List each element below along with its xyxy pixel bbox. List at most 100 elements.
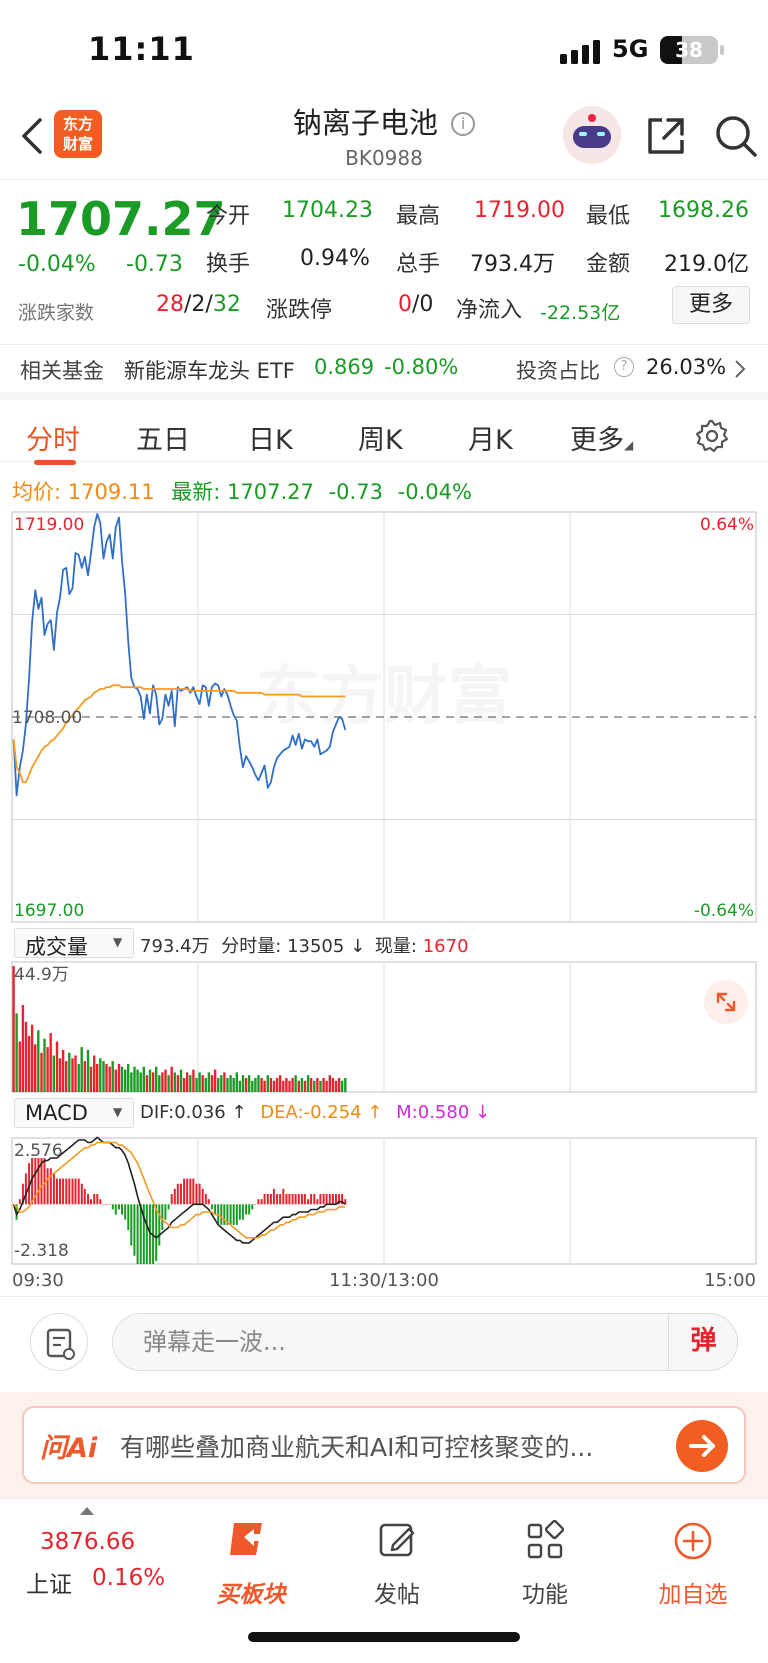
volume-bar	[260, 1078, 263, 1092]
macd-histogram-bar	[46, 1168, 49, 1205]
high-value: 1719.00	[474, 198, 565, 223]
tab-weekly-k[interactable]: 周K	[358, 418, 403, 457]
volume-bar	[189, 1075, 192, 1092]
macd-histogram-bar	[83, 1188, 86, 1205]
low-value: 1698.26	[658, 198, 749, 223]
volume-selector[interactable]: 成交量 ▼	[14, 928, 134, 959]
volume-bar	[136, 1069, 139, 1092]
volume-bar	[15, 1013, 18, 1092]
tab-more[interactable]: 更多◢	[570, 418, 633, 457]
tab-monthly-k[interactable]: 月K	[468, 418, 513, 457]
home-indicator	[248, 1632, 520, 1642]
network-type: 5G	[612, 35, 649, 63]
more-button[interactable]: 更多	[672, 286, 750, 324]
macd-histogram-bar	[183, 1178, 186, 1205]
macd-histogram-bar	[124, 1204, 127, 1220]
high-label: 最高	[396, 204, 441, 229]
macd-histogram-bar	[158, 1204, 161, 1246]
macd-histogram-bar	[266, 1194, 269, 1205]
nav-post[interactable]: 发帖	[322, 1513, 472, 1608]
macd-histogram-bar	[207, 1199, 210, 1205]
ai-assistant-icon[interactable]	[563, 106, 621, 164]
ai-logo: 问Ai	[40, 1433, 98, 1464]
volume-bar	[83, 1061, 86, 1092]
gear-icon[interactable]	[694, 418, 730, 454]
macd-histogram-bar	[251, 1204, 254, 1210]
macd-histogram-bar	[319, 1194, 322, 1205]
change-value: -0.73	[126, 252, 183, 277]
macd-histogram-bar	[49, 1168, 52, 1205]
volume-bar	[316, 1078, 319, 1092]
nav-functions[interactable]: 功能	[470, 1513, 620, 1608]
macd-histogram-bar	[232, 1204, 235, 1225]
help-icon[interactable]: ?	[614, 357, 634, 377]
tab-intraday[interactable]: 分时	[26, 418, 80, 457]
macd-histogram-bar	[127, 1204, 130, 1230]
macd-histogram-bar	[229, 1204, 232, 1225]
volume-bar	[257, 1075, 260, 1092]
nav-buy-sector[interactable]: 买板块	[176, 1513, 326, 1608]
danmu-input[interactable]: 弹幕走一波...	[112, 1313, 738, 1371]
x-label-close: 15:00	[704, 1270, 756, 1288]
volume-bar	[133, 1066, 136, 1092]
caret-down-icon: ◢	[624, 438, 634, 452]
grid-icon	[527, 1519, 565, 1559]
volume-bar	[93, 1055, 96, 1092]
macd-histogram-bar	[96, 1194, 99, 1205]
volume-bar	[248, 1075, 251, 1092]
expand-icon[interactable]	[704, 980, 748, 1024]
volume-bar	[340, 1080, 344, 1092]
volume-bar	[155, 1066, 158, 1092]
macd-histogram-bar	[269, 1194, 272, 1205]
intraday-chart[interactable]: 东方财富 1719.00 1708.00 1697.00 0.64% -0.64% 44.…	[0, 508, 768, 1288]
nav-add-watchlist[interactable]: 加自选	[618, 1513, 768, 1608]
info-icon[interactable]: i	[451, 112, 476, 136]
caret-down-icon: ▼	[113, 1105, 123, 1119]
volume-bar	[210, 1075, 214, 1092]
related-fund-row[interactable]: 相关基金 新能源车龙头 ETF 0.869 -0.80% 投资占比 ? 26.0…	[0, 344, 768, 392]
macd-histogram-bar	[80, 1183, 83, 1205]
macd-histogram-bar	[155, 1204, 158, 1261]
tab-five-day[interactable]: 五日	[136, 418, 190, 457]
volume-bar	[294, 1075, 297, 1092]
macd-histogram-bar	[68, 1178, 71, 1205]
volume-bar	[80, 1047, 83, 1092]
macd-histogram-bar	[173, 1188, 176, 1205]
macd-histogram-bar	[307, 1199, 310, 1205]
macd-histogram-bar	[18, 1199, 21, 1205]
macd-histogram-bar	[99, 1199, 102, 1205]
macd-histogram-bar	[105, 1204, 108, 1205]
avg-value: 1709.11	[67, 480, 155, 504]
volume-bar	[151, 1072, 155, 1092]
search-icon[interactable]	[714, 114, 758, 158]
volume-bar	[179, 1069, 183, 1092]
macd-histogram-bar	[111, 1204, 114, 1210]
macd-histogram-bar	[245, 1204, 248, 1215]
share-icon[interactable]	[644, 114, 688, 158]
volume-bar	[176, 1075, 180, 1092]
tab-daily-k[interactable]: 日K	[248, 418, 293, 457]
volume-bar	[89, 1066, 93, 1092]
macd-histogram-bar	[74, 1178, 77, 1205]
volume-bar	[223, 1072, 226, 1092]
arrow-right-icon[interactable]	[676, 1420, 728, 1472]
volume-bar	[309, 1078, 313, 1092]
danmu-button[interactable]: 弹	[668, 1313, 738, 1371]
volume-bar	[114, 1069, 117, 1092]
caret-down-icon: ▼	[113, 935, 123, 949]
macd-histogram-bar	[59, 1178, 61, 1205]
tab-active-indicator	[34, 460, 76, 465]
macd-histogram-bar	[272, 1188, 275, 1205]
ai-ask-box[interactable]: 问Ai 有哪些叠加商业航天和AI和可控核聚变的...	[22, 1406, 746, 1484]
volume-bar	[27, 1035, 31, 1092]
macd-histogram-bar	[93, 1194, 96, 1205]
battery-icon: 38	[660, 36, 718, 64]
volume-bar	[303, 1080, 307, 1092]
macd-histogram-bar	[136, 1204, 139, 1264]
volume-bar	[282, 1080, 285, 1092]
macd-histogram-bar	[37, 1158, 40, 1205]
battery-level: 38	[675, 38, 703, 62]
macd-selector[interactable]: MACD ▼	[14, 1098, 134, 1128]
macd-histogram-bar	[238, 1204, 241, 1220]
notes-icon[interactable]	[30, 1313, 88, 1371]
